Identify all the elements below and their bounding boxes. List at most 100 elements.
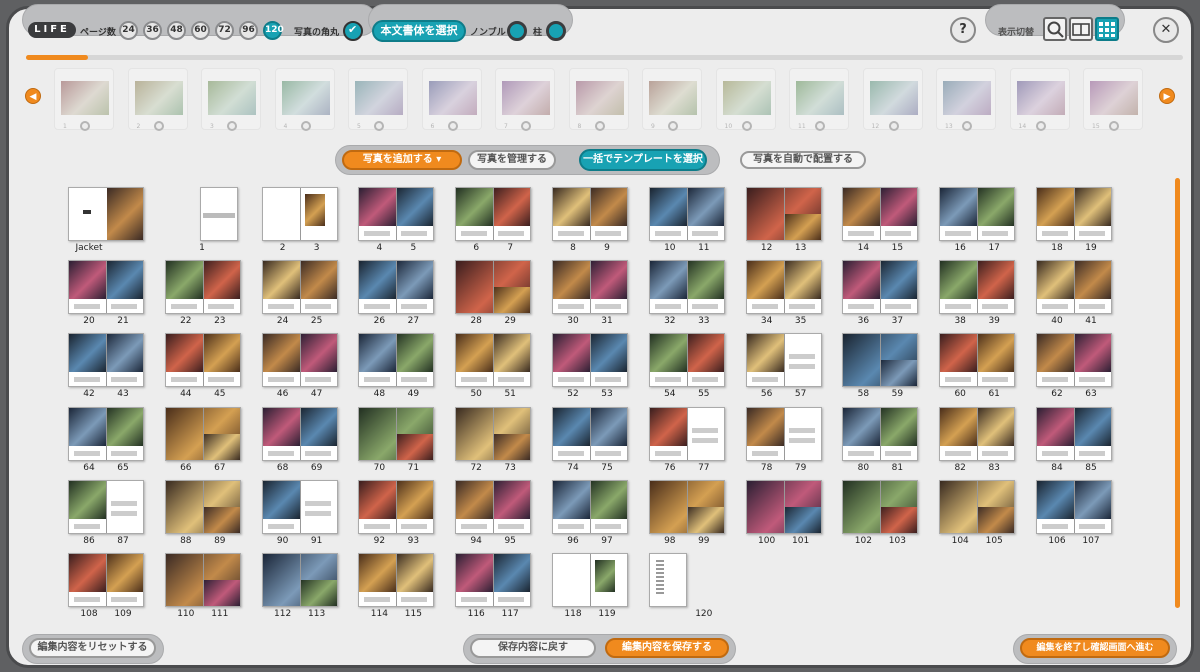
spread-thumbnail[interactable] — [552, 479, 628, 534]
spread-thumbnail[interactable] — [552, 260, 628, 315]
spread-thumbnail[interactable] — [1036, 260, 1112, 315]
add-photos-button[interactable]: 写真を追加する ▾ — [342, 150, 462, 170]
spread-thumbnail[interactable] — [842, 479, 919, 534]
photo-select-dot[interactable] — [815, 121, 825, 131]
photo-thumbnail[interactable]: 13 — [936, 68, 996, 131]
photo-thumbnail[interactable]: 1 — [54, 68, 114, 131]
spread-thumbnail[interactable] — [261, 406, 338, 461]
page-count-60[interactable]: 60 — [191, 21, 210, 40]
save-edits-button[interactable]: 編集内容を保存する — [605, 638, 729, 658]
batch-template-button[interactable]: 一括でテンプレートを選択 — [579, 149, 707, 171]
spread-thumbnail[interactable] — [552, 333, 628, 388]
page-count-36[interactable]: 36 — [143, 21, 162, 40]
spread-thumbnail[interactable] — [745, 406, 822, 461]
reset-edits-button[interactable]: 編集内容をリセットする — [29, 638, 156, 658]
nombre-toggle[interactable] — [507, 21, 527, 41]
spread-thumbnail[interactable] — [939, 479, 1016, 534]
spread-thumbnail[interactable] — [358, 187, 435, 241]
photo-select-dot[interactable] — [594, 121, 605, 131]
spread-thumbnail[interactable] — [261, 553, 338, 607]
spread-thumbnail[interactable] — [68, 479, 144, 534]
spread-thumbnail[interactable] — [455, 260, 532, 315]
spread-view-button[interactable] — [1069, 17, 1093, 41]
spread-thumbnail[interactable] — [552, 187, 628, 241]
thumbs-next-arrow[interactable]: ▶ — [1159, 88, 1175, 104]
thumbs-prev-arrow[interactable]: ◀ — [25, 88, 41, 104]
spread-thumbnail[interactable] — [552, 553, 628, 607]
spread-thumbnail[interactable] — [164, 553, 241, 607]
spread-thumbnail[interactable] — [648, 187, 725, 241]
spread-thumbnail[interactable] — [842, 333, 919, 388]
photo-thumbnail[interactable]: 15 — [1083, 68, 1143, 131]
photo-select-dot[interactable] — [447, 121, 458, 131]
page-count-96[interactable]: 96 — [239, 21, 258, 40]
page-count-72[interactable]: 72 — [215, 21, 234, 40]
photo-select-dot[interactable] — [888, 121, 899, 131]
spread-thumbnail[interactable] — [455, 333, 532, 388]
spread-thumbnail[interactable] — [261, 187, 338, 241]
spread-thumbnail[interactable] — [164, 406, 241, 461]
zoom-view-button[interactable] — [1043, 17, 1067, 41]
help-button[interactable]: ? — [950, 17, 976, 43]
spread-thumbnail[interactable] — [745, 260, 822, 315]
photo-select-dot[interactable] — [80, 121, 90, 131]
spread-thumbnail[interactable] — [842, 187, 919, 241]
spread-thumbnail[interactable] — [164, 333, 241, 388]
spread-thumbnail[interactable] — [164, 260, 241, 315]
spread-thumbnail[interactable] — [939, 406, 1016, 461]
spread-thumbnail[interactable] — [358, 406, 435, 461]
spread-thumbnail[interactable] — [455, 479, 532, 534]
spread-thumbnail[interactable] — [745, 333, 822, 388]
spread-thumbnail[interactable] — [648, 333, 725, 388]
spread-thumbnail[interactable] — [939, 187, 1016, 241]
spread-thumbnail[interactable] — [648, 479, 725, 534]
spread-thumbnail[interactable] — [648, 260, 725, 315]
spread-thumbnail[interactable] — [455, 187, 532, 241]
spread-thumbnail[interactable] — [164, 479, 241, 534]
photo-select-dot[interactable] — [1109, 121, 1119, 131]
photo-thumbnail[interactable]: 4 — [274, 68, 335, 131]
photo-select-dot[interactable] — [1035, 121, 1046, 131]
finish-and-review-button[interactable]: 編集を終了し確認画面へ進む — [1020, 638, 1170, 658]
spread-thumbnail[interactable] — [261, 479, 338, 534]
grid-view-button[interactable] — [1095, 17, 1119, 41]
photo-select-dot[interactable] — [741, 121, 752, 131]
spread-thumbnail[interactable] — [455, 406, 532, 461]
photo-thumbnail[interactable]: 6 — [421, 68, 482, 131]
photo-select-dot[interactable] — [668, 121, 678, 131]
spread-thumbnail[interactable] — [1036, 187, 1112, 241]
spread-thumbnail[interactable] — [68, 553, 144, 607]
spread-thumbnail[interactable] — [745, 479, 822, 534]
photo-thumbnail[interactable]: 12 — [862, 68, 923, 131]
spread-thumbnail[interactable] — [358, 333, 435, 388]
page-count-48[interactable]: 48 — [167, 21, 186, 40]
spread-thumbnail[interactable] — [68, 333, 144, 388]
vertical-scrollbar[interactable] — [1175, 178, 1180, 608]
photo-thumbnail[interactable]: 7 — [495, 68, 555, 131]
spread-thumbnail[interactable] — [1036, 406, 1112, 461]
spread-thumbnail[interactable] — [455, 553, 532, 607]
spread-thumbnail[interactable] — [200, 187, 238, 241]
spread-thumbnail[interactable] — [939, 260, 1016, 315]
photo-select-dot[interactable] — [153, 121, 164, 131]
spread-thumbnail[interactable] — [842, 260, 919, 315]
spread-thumbnail[interactable] — [358, 479, 435, 534]
page-count-24[interactable]: 24 — [119, 21, 138, 40]
spread-thumbnail[interactable] — [261, 333, 338, 388]
revert-to-saved-button[interactable]: 保存内容に戻す — [470, 638, 596, 658]
auto-place-button[interactable]: 写真を自動で配置する — [740, 151, 866, 169]
photo-thumbnail[interactable]: 2 — [127, 68, 188, 131]
close-button[interactable]: ✕ — [1153, 17, 1179, 43]
manage-photos-button[interactable]: 写真を管理する — [468, 150, 556, 170]
photo-thumbnail[interactable]: 8 — [568, 68, 629, 131]
spread-thumbnail[interactable] — [261, 260, 338, 315]
spread-thumbnail[interactable] — [68, 406, 144, 461]
photo-select-dot[interactable] — [227, 121, 237, 131]
photo-select-dot[interactable] — [521, 121, 531, 131]
spread-thumbnail[interactable] — [648, 406, 725, 461]
spread-thumbnail[interactable] — [939, 333, 1016, 388]
photo-thumbnail[interactable]: 5 — [348, 68, 408, 131]
select-font-button[interactable]: 本文書体を選択 — [372, 20, 466, 42]
spread-thumbnail[interactable] — [358, 260, 435, 315]
photo-thumbnail[interactable]: 3 — [201, 68, 261, 131]
